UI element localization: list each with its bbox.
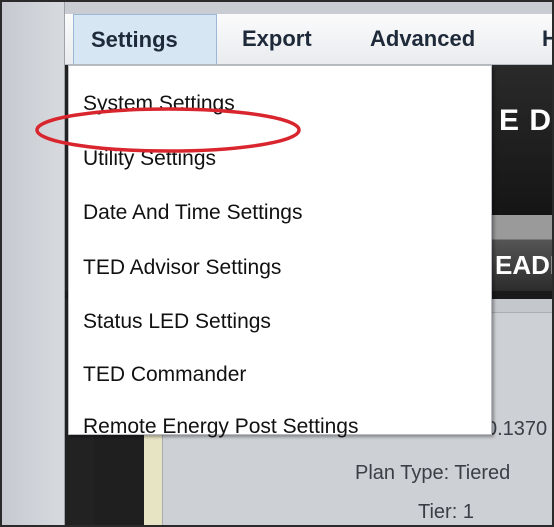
menu-item-system-settings[interactable]: System Settings	[83, 92, 235, 116]
app-window: E DA EADI 7 0.1370 Plan Type: Tiered Tie…	[0, 0, 554, 527]
menu-item-status-led-settings[interactable]: Status LED Settings	[83, 310, 271, 334]
menu-advanced[interactable]: Advanced	[370, 14, 475, 64]
readings-tab-label: EADI	[495, 250, 554, 280]
rate-value: 0.1370	[486, 418, 548, 440]
menu-bar: Settings Export Advanced H	[65, 14, 552, 65]
dashboard-title: E DA	[499, 104, 553, 137]
dashboard-header-panel	[492, 65, 552, 215]
header-divider	[492, 215, 552, 239]
menu-export[interactable]: Export	[242, 14, 312, 64]
menu-item-ted-commander[interactable]: TED Commander	[83, 363, 246, 387]
menu-settings[interactable]: Settings	[73, 14, 217, 64]
menu-help[interactable]: H	[542, 14, 552, 64]
menu-item-remote-energy-post-settings[interactable]: Remote Energy Post Settings	[83, 415, 358, 439]
left-margin	[2, 2, 65, 525]
tier-label: Tier: 1	[418, 501, 474, 523]
menu-item-date-time-settings[interactable]: Date And Time Settings	[83, 201, 302, 225]
menu-item-utility-settings[interactable]: Utility Settings	[83, 147, 216, 171]
menu-item-ted-advisor-settings[interactable]: TED Advisor Settings	[83, 256, 281, 280]
settings-dropdown: System Settings Utility Settings Date An…	[68, 65, 492, 438]
plan-type-label: Plan Type: Tiered	[355, 462, 511, 484]
